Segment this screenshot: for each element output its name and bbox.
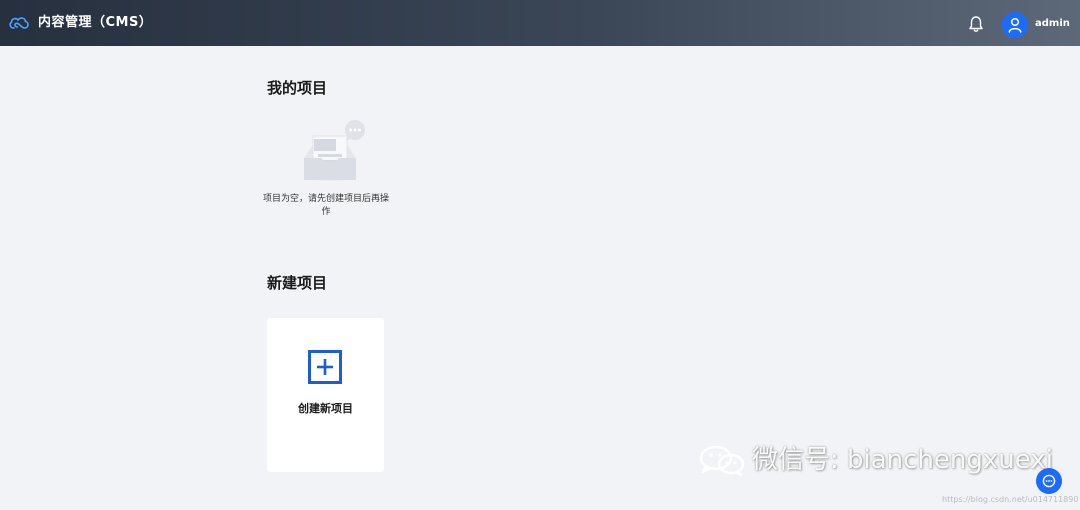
user-icon — [1008, 17, 1022, 33]
plus-square-icon[interactable] — [308, 350, 342, 384]
watermark-text: 微信号: bianchengxuexi — [752, 445, 1053, 475]
my-projects-title: 我的项目 — [267, 79, 328, 97]
chat-button[interactable] — [1036, 468, 1062, 494]
chat-bubble-icon — [1042, 474, 1056, 488]
empty-projects-message: 项目为空，请先创建项目后再操作 — [262, 194, 389, 217]
empty-inbox-icon — [303, 120, 365, 181]
bell-icon[interactable] — [968, 15, 984, 33]
source-url-watermark: https://blog.csdn.net/u014711890 — [942, 495, 1079, 504]
username[interactable]: admin — [1035, 17, 1070, 31]
app-title: 内容管理（CMS） — [38, 15, 153, 30]
new-project-title: 新建项目 — [267, 274, 328, 292]
create-project-label[interactable]: 创建新项目 — [267, 402, 384, 416]
create-project-card[interactable]: 创建新项目 — [267, 318, 384, 472]
cloud-logo-icon[interactable] — [8, 14, 30, 32]
top-header: 内容管理（CMS） admin — [0, 0, 1080, 46]
wechat-icon — [699, 445, 745, 476]
avatar[interactable] — [1002, 12, 1028, 38]
